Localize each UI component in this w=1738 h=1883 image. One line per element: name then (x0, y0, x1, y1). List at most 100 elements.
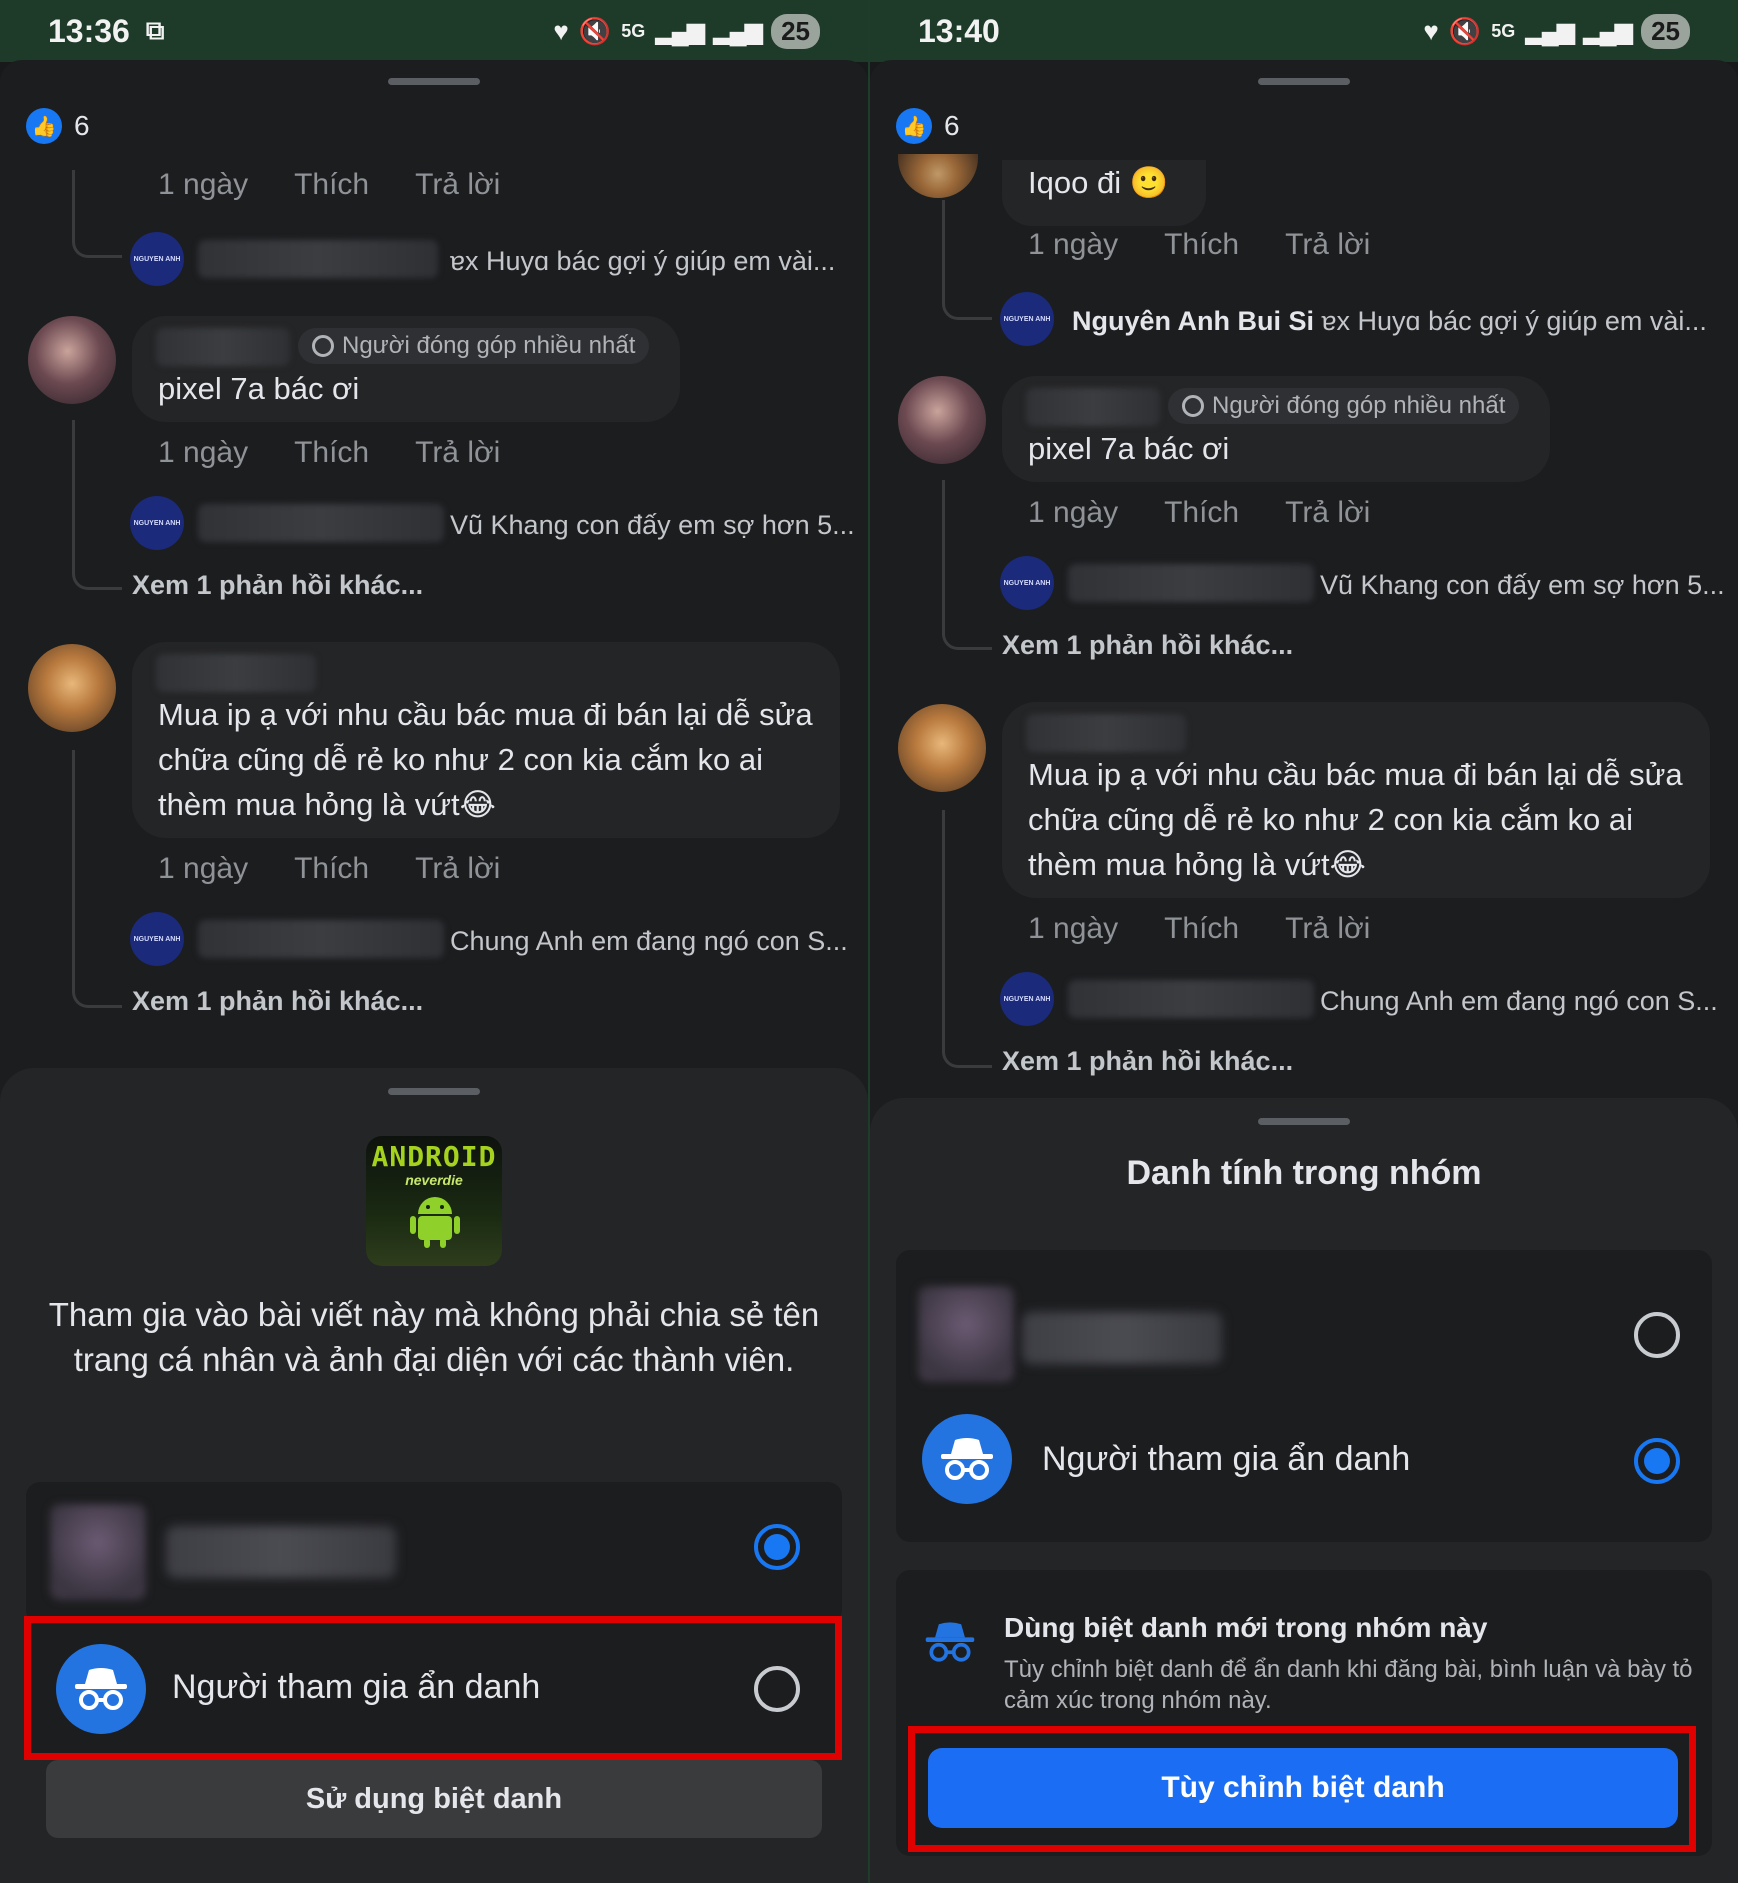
reply-action[interactable]: Trả lời (1285, 228, 1370, 262)
reply-preview[interactable]: Chung Anh em đang ngó con S... (1320, 986, 1718, 1017)
anonymous-option-label: Người tham gia ẩn danh (1042, 1440, 1411, 1478)
nickname-description: Tùy chỉnh biệt danh để ẩn danh khi đăng … (1004, 1656, 1693, 1714)
drag-handle[interactable] (388, 78, 480, 85)
reply-preview[interactable]: ɐx Huyɑ bác gợi ý giúp em vài... (450, 246, 835, 277)
signal-icon-2: ▂▄▆ (1583, 17, 1633, 45)
commenter-avatar[interactable] (898, 376, 986, 464)
comment-time: 1 ngày (1028, 912, 1119, 945)
heart-icon: ♥ (553, 15, 569, 46)
reply-action[interactable]: Trả lời (1285, 496, 1370, 530)
radio-profile[interactable] (1634, 1312, 1680, 1358)
anonymous-explanation: Tham gia vào bài viết này mà không phải … (48, 1296, 820, 1378)
like-action[interactable]: Thích (1164, 228, 1239, 262)
identity-options-card: Người tham gia ẩn danh (896, 1250, 1712, 1542)
like-action[interactable]: Thích (294, 168, 369, 202)
anonymous-avatar (922, 1414, 1012, 1504)
identity-option-anonymous[interactable]: Người tham gia ẩn danh (896, 1396, 1712, 1542)
incognito-icon (941, 1438, 993, 1480)
reply-preview[interactable]: Chung Anh em đang ngó con S... (450, 926, 848, 957)
radio-anonymous[interactable] (1634, 1438, 1680, 1484)
like-action[interactable]: Thích (294, 852, 369, 886)
reply-preview[interactable]: Vũ Khang con đấy em sợ hơn 5... (450, 510, 855, 541)
reply-avatar[interactable]: NGUYEN ANH (1000, 972, 1054, 1026)
thread-line (942, 200, 992, 320)
reaction-count[interactable]: 👍 6 (26, 108, 90, 144)
highlight-box (24, 1616, 842, 1760)
group-identity-sheet: Danh tính trong nhóm Người tham gia ẩn d… (870, 1098, 1738, 1883)
reply-action[interactable]: Trả lời (415, 852, 500, 886)
blurred-profile-name (166, 1526, 396, 1578)
identity-option-profile[interactable] (26, 1482, 842, 1624)
mute-icon: 🔇 (578, 15, 612, 46)
commenter-avatar[interactable] (898, 154, 978, 198)
drag-handle[interactable] (1258, 1118, 1350, 1125)
drag-handle[interactable] (1258, 78, 1350, 85)
comment-actions: 1 ngày Thích Trả lời (158, 168, 500, 202)
reply-preview[interactable]: Vũ Khang con đấy em sợ hơn 5... (1320, 570, 1725, 601)
status-time: 13:40 (918, 12, 1000, 49)
badge-label: Người đóng góp nhiều nhất (1212, 392, 1506, 419)
network-5g-icon: 5G (1491, 20, 1516, 41)
drag-handle[interactable] (388, 1088, 480, 1095)
sheet-title: Danh tính trong nhóm (1126, 1154, 1482, 1192)
more-replies-link[interactable]: Xem 1 phản hồi khác... (132, 986, 423, 1017)
network-5g-icon: 5G (621, 20, 646, 41)
blurred-name (198, 240, 438, 278)
blurred-name (1068, 564, 1314, 602)
comment-text: pixel 7a bác ơi (1028, 431, 1230, 466)
commenter-avatar[interactable] (28, 644, 116, 732)
comment-actions: 1 ngày Thích Trả lời (1028, 228, 1370, 262)
more-replies-link[interactable]: Xem 1 phản hồi khác... (132, 570, 423, 601)
thread-line (72, 750, 122, 1008)
status-icons: ♥ 🔇 5G ▂▄▆ ▂▄▆ 25 (553, 13, 820, 49)
reply-avatar[interactable]: NGUYEN ANH (130, 496, 184, 550)
reply-avatar[interactable]: NGUYEN ANH (1000, 292, 1054, 346)
group-logo: ANDROID neverdie (366, 1136, 502, 1266)
reply-avatar[interactable]: NGUYEN ANH (1000, 556, 1054, 610)
thread-line (942, 480, 992, 650)
commenter-avatar[interactable] (28, 316, 116, 404)
screenshot-icon: ⧉ (145, 15, 165, 45)
more-replies-link[interactable]: Xem 1 phản hồi khác... (1002, 630, 1293, 661)
like-action[interactable]: Thích (1164, 912, 1239, 946)
reply-action[interactable]: Trả lời (415, 168, 500, 202)
use-nickname-button[interactable]: Sử dụng biệt danh (46, 1760, 822, 1838)
commenter-avatar[interactable] (898, 704, 986, 792)
reaction-count[interactable]: 👍 6 (896, 108, 960, 144)
blurred-name (1026, 388, 1160, 426)
reply-action[interactable]: Trả lời (1285, 912, 1370, 946)
reply-action[interactable]: Trả lời (415, 436, 500, 470)
blurred-profile-name (1022, 1312, 1222, 1364)
more-replies-link[interactable]: Xem 1 phản hồi khác... (1002, 1046, 1293, 1077)
reply-preview[interactable]: Nguyên Anh Bui Si ɐx Huyɑ bác gợi ý giúp… (1072, 306, 1707, 337)
signal-icon: ▂▄▆ (655, 17, 705, 45)
reply-avatar[interactable]: NGUYEN ANH (130, 232, 184, 286)
thread-line (72, 170, 122, 258)
award-icon (312, 335, 334, 357)
right-screenshot: 13:40 ♥ 🔇 5G ▂▄▆ ▂▄▆ 25 👍 6 Iqoo đi 🙂 1 … (870, 0, 1738, 1883)
highlight-box (908, 1726, 1696, 1852)
radio-profile[interactable] (754, 1524, 800, 1570)
reply-avatar[interactable]: NGUYEN ANH (130, 912, 184, 966)
like-icon: 👍 (896, 108, 932, 144)
signal-icon: ▂▄▆ (1525, 17, 1575, 45)
comment-actions: 1 ngày Thích Trả lời (158, 852, 500, 886)
reply-author: Nguyên Anh Bui Si (1072, 306, 1314, 336)
comment-text: Mua ip ạ với nhu cầu bác mua đi bán lại … (158, 697, 813, 822)
blurred-name (1068, 980, 1314, 1018)
comment-actions: 1 ngày Thích Trả lời (1028, 496, 1370, 530)
nickname-title: Dùng biệt danh mới trong nhóm này (1004, 1612, 1488, 1643)
blurred-profile-avatar (50, 1504, 146, 1600)
left-screenshot: 13:36 ⧉ ♥ 🔇 5G ▂▄▆ ▂▄▆ 25 👍 6 1 ngày Thí… (0, 0, 868, 1883)
comment-time: 1 ngày (1028, 228, 1119, 261)
comment-text: Iqoo đi 🙂 (1028, 165, 1169, 200)
thread-line (942, 810, 992, 1068)
like-action[interactable]: Thích (294, 436, 369, 470)
reply-snippet: ɐx Huyɑ bác gợi ý giúp em vài... (1321, 306, 1707, 336)
status-bar: 13:40 ♥ 🔇 5G ▂▄▆ ▂▄▆ 25 (870, 0, 1738, 62)
like-action[interactable]: Thích (1164, 496, 1239, 530)
identity-option-profile[interactable] (896, 1250, 1712, 1396)
android-robot-icon (410, 1197, 460, 1248)
comment-text: pixel 7a bác ơi (158, 371, 360, 406)
blurred-name (1026, 714, 1186, 752)
